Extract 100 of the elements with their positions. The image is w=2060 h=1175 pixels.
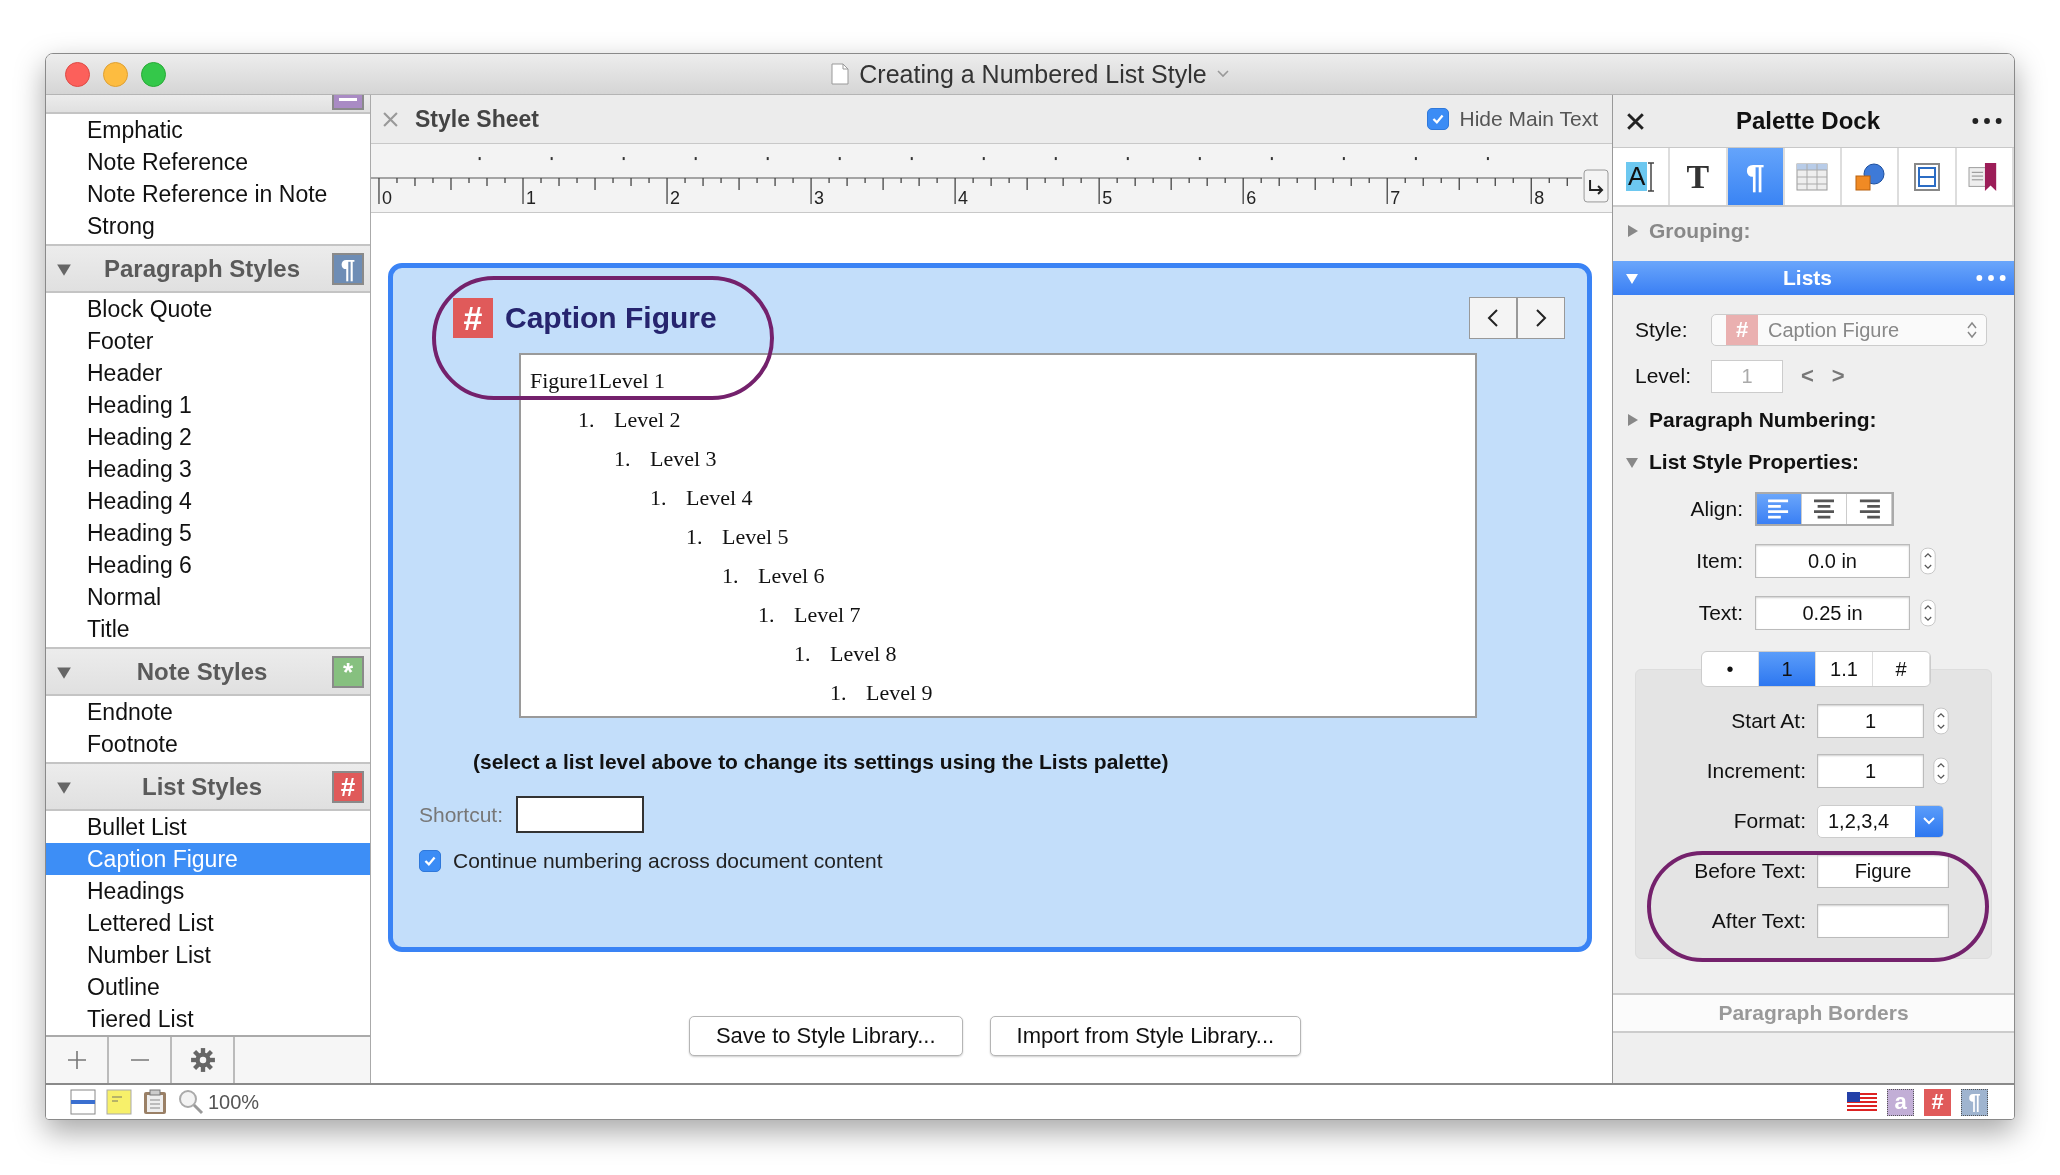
field-label: Style: [1635,318,1689,342]
section-toggle[interactable]: Paragraph Numbering: [1613,399,2014,441]
flag-icon[interactable] [1847,1092,1877,1112]
list-level-text[interactable]: Figure1Level 1 [530,367,666,394]
ruler-number: 2 [670,187,680,208]
palette-tab[interactable]: A [1613,148,1671,205]
style-list-item[interactable]: Lettered List [46,907,370,939]
list-number[interactable]: 1. [794,640,830,667]
style-list-item[interactable]: Endnote [46,696,370,728]
return-icon[interactable] [1583,169,1609,203]
list-style-icon: # [453,298,493,338]
chevron-right-icon [1535,308,1547,328]
ruler[interactable]: 0 1 2 3 4 5 6 7 8 [371,144,1612,213]
tab-stop-mark [1198,157,1201,161]
style-list-item[interactable]: Heading 1 [46,389,370,421]
ruler-number: 3 [814,187,825,208]
style-list-item[interactable]: Heading 2 [46,421,370,453]
ruler-number: 1 [526,187,536,208]
section-header[interactable] [46,95,370,114]
number-field[interactable]: 1 [1817,704,1924,738]
stepper-icon[interactable] [1933,756,1949,786]
style-list-item[interactable]: Bullet List [46,811,370,843]
style-list-item[interactable]: Heading 6 [46,549,370,581]
disclosure-triangle-icon[interactable] [1625,413,1639,427]
disclosure-triangle-icon[interactable] [1625,271,1639,285]
ruler-number: 6 [1246,187,1257,208]
list-number[interactable]: 1. [758,601,794,628]
more-icon[interactable] [1972,117,2002,125]
library-button[interactable]: Import from Style Library... [989,1016,1302,1056]
list-level-text[interactable]: Level 4 [686,484,753,511]
style-list-item[interactable]: Headings [46,875,370,907]
list-level-text[interactable]: Level 8 [830,640,897,667]
numbering-type-tab[interactable]: 1 [1759,652,1816,686]
tab-stop-mark [838,157,841,161]
style-list-item[interactable]: Outline [46,971,370,1003]
section-header[interactable]: Paragraph Styles ¶ [46,244,370,293]
align-button[interactable] [1757,494,1802,524]
before-text-field[interactable]: Figure [1817,854,1949,888]
section-toggle[interactable]: List Style Properties: [1613,441,2014,483]
section-title: List Styles [140,772,263,801]
style-list-item[interactable]: Block Quote [46,293,370,325]
style-list-item[interactable]: Footnote [46,728,370,760]
number-field[interactable]: 1 [1817,754,1924,788]
list-number[interactable]: 1. [650,484,686,511]
style-list-item[interactable]: Footer [46,325,370,357]
previous-button[interactable] [1469,297,1517,339]
section-header[interactable]: Note Styles * [46,647,370,696]
checkbox[interactable] [1427,108,1450,130]
style-list-item[interactable]: Header [46,357,370,389]
split-view-icon[interactable] [70,1089,96,1115]
style-list-item[interactable]: Emphatic [46,114,370,146]
disclosure-triangle-icon[interactable] [1625,455,1639,469]
style-list-item[interactable]: Heading 5 [46,517,370,549]
list-number[interactable]: 1. [830,679,866,706]
ruler-number: 8 [1534,187,1545,208]
zoom-level[interactable]: 100% [208,1090,260,1114]
numbering-type-tab[interactable]: 1.1 [1816,652,1873,686]
next-button[interactable] [1517,297,1565,339]
add-icon [66,1050,87,1070]
shortcut-field[interactable] [516,796,645,833]
close-button[interactable] [65,61,90,87]
list-number[interactable]: 1. [578,406,614,433]
search-icon[interactable] [178,1089,204,1115]
disclosure-triangle-icon[interactable] [1625,224,1639,238]
format-dropdown[interactable]: 1,2,3,4 [1817,804,1944,838]
checkbox[interactable] [419,850,441,872]
clipboard-icon[interactable] [142,1089,168,1115]
stepper-icon[interactable] [1920,546,1936,576]
instruction-text: (select a list level above to change its settings using the Lists palette) [473,750,1170,774]
alignment-control[interactable] [1755,492,1894,526]
list-level-text[interactable]: Level 6 [758,562,825,589]
stepper-icon[interactable] [1920,598,1936,628]
after-text-field[interactable] [1817,904,1949,938]
style-list-item[interactable]: Title [46,613,370,645]
list-level-text[interactable]: Level 5 [722,523,789,550]
section-header[interactable]: List Styles # [46,762,370,811]
item-indent-field[interactable]: 0.0 in [1755,544,1910,578]
style-list-item[interactable]: Note Reference in Note [46,178,370,210]
style-list-item[interactable]: Tiered List [46,1003,370,1035]
list-number[interactable]: 1. [722,562,758,589]
style-list-item[interactable]: Heading 4 [46,485,370,517]
list-level-text[interactable]: Level 3 [650,445,717,472]
list-style-indicator[interactable]: # [1924,1088,1951,1116]
list-level-text[interactable]: Level 7 [794,601,861,628]
library-button[interactable]: Save to Style Library... [688,1016,963,1056]
tab-stop-mark [1414,157,1417,161]
list-level-text[interactable]: Level 2 [614,406,681,433]
list-level-text[interactable]: Level 9 [866,679,933,706]
tab-stop-mark [1270,157,1273,161]
style-list-item[interactable]: Note Reference [46,146,370,178]
list-number[interactable]: 1. [686,523,722,550]
style-list-item[interactable]: Number List [46,939,370,971]
text-indent-field[interactable]: 0.25 in [1755,596,1910,630]
style-list-item[interactable]: Strong [46,210,370,242]
close-icon[interactable] [1627,112,1644,130]
style-list-item[interactable]: Normal [46,581,370,613]
list-number[interactable]: 1. [614,445,650,472]
style-list-item[interactable]: Heading 3 [46,453,370,485]
tab-stop-mark [1126,157,1129,161]
stepper-icon[interactable] [1933,706,1949,736]
